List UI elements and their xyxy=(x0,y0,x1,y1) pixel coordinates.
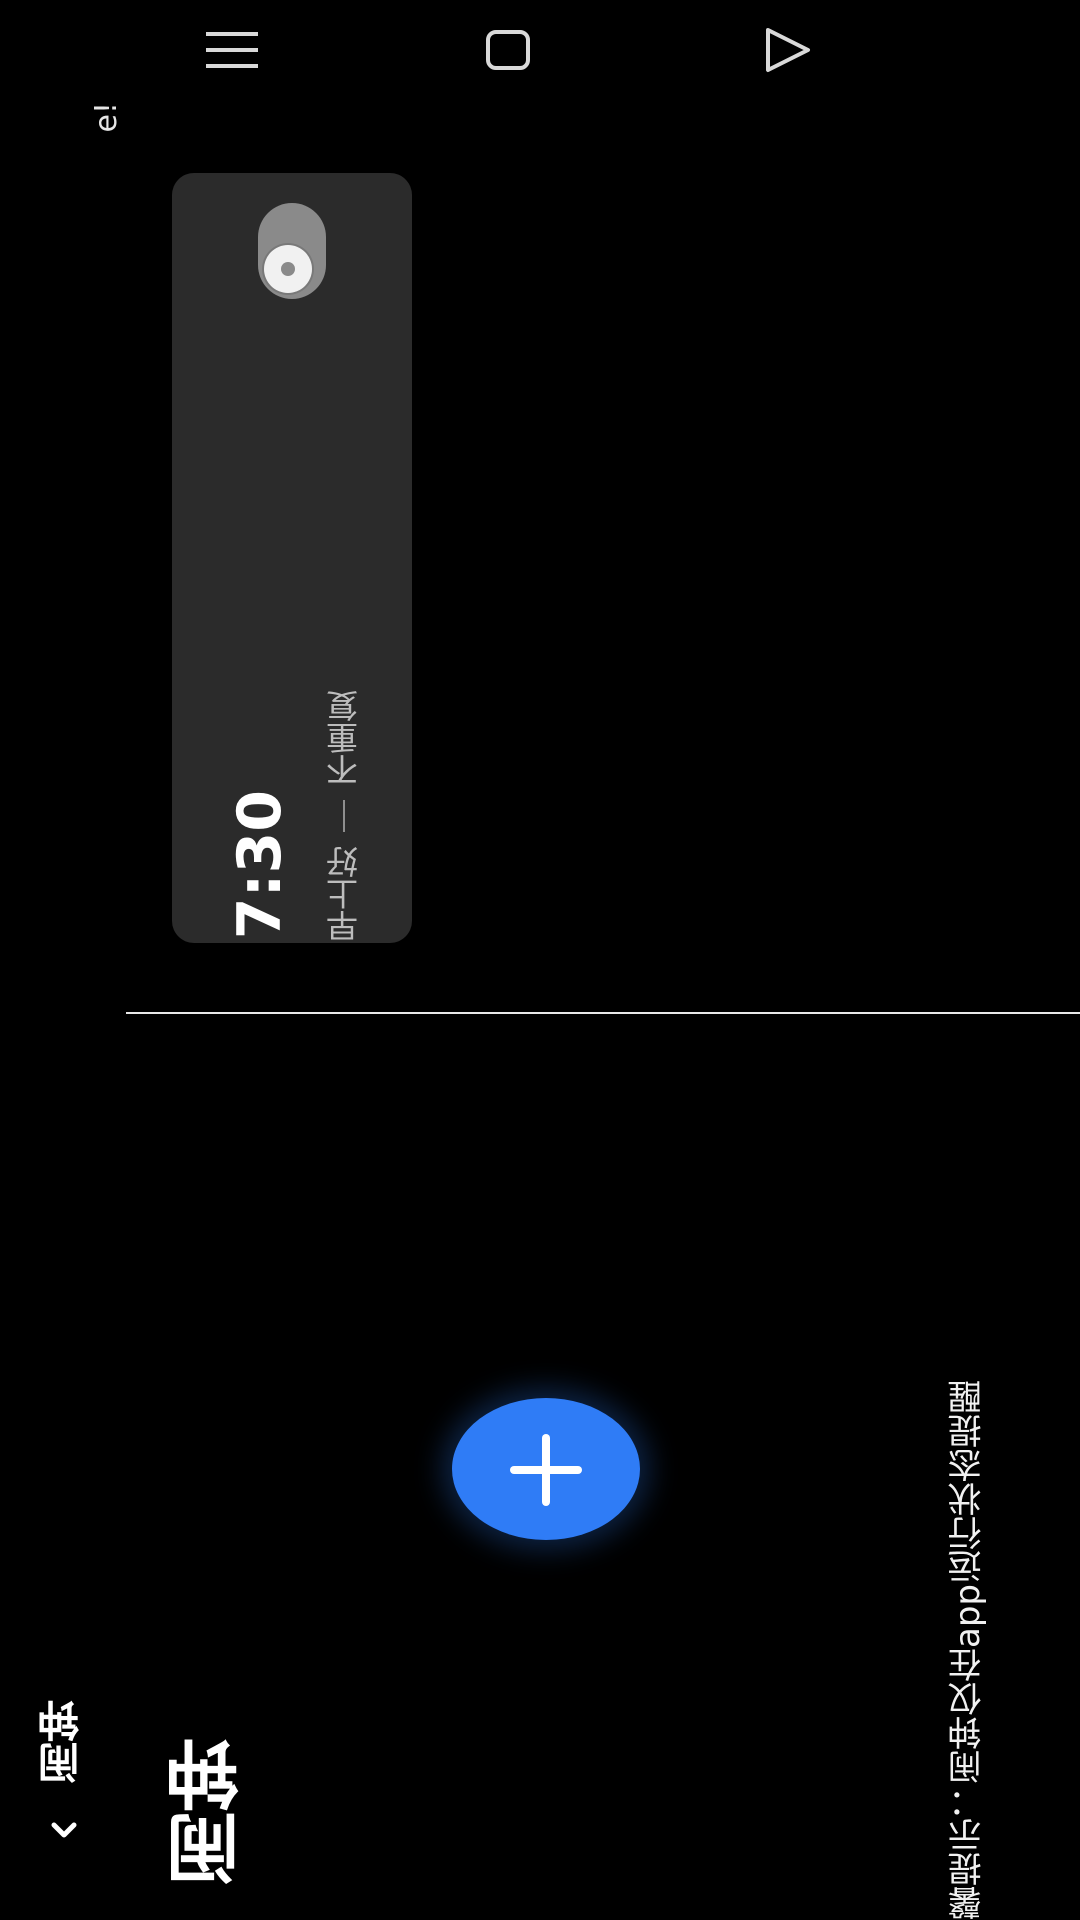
recents-icon xyxy=(206,32,258,68)
back-chevron-icon[interactable] xyxy=(44,1815,84,1855)
nav-title: 闹钟 xyxy=(37,1700,86,1784)
alarm-separator xyxy=(343,800,345,832)
page-title: 闹钟 xyxy=(166,1738,252,1886)
back-button[interactable] xyxy=(750,14,822,86)
toggle-knob xyxy=(264,245,312,293)
alarm-repeat: 不重复 xyxy=(325,690,363,786)
alarm-meta: 早上好 不重复 xyxy=(325,690,363,942)
back-triangle-icon xyxy=(766,28,810,72)
toggle-knob-dot xyxy=(281,262,295,276)
home-button[interactable] xyxy=(472,14,544,86)
alarm-label: 早上好 xyxy=(325,846,363,942)
alarm-toggle[interactable] xyxy=(258,203,326,299)
add-alarm-button[interactable] xyxy=(452,1398,640,1540)
alarm-time: 7:30 xyxy=(225,790,295,940)
recents-button[interactable] xyxy=(196,14,268,86)
tip-text: 温馨提示：闹钟仅在app运行状态提醒 xyxy=(948,1380,988,1920)
cut-text: e! xyxy=(89,102,124,133)
divider xyxy=(126,1012,1080,1014)
plus-icon xyxy=(498,1422,594,1518)
home-icon xyxy=(486,30,530,70)
